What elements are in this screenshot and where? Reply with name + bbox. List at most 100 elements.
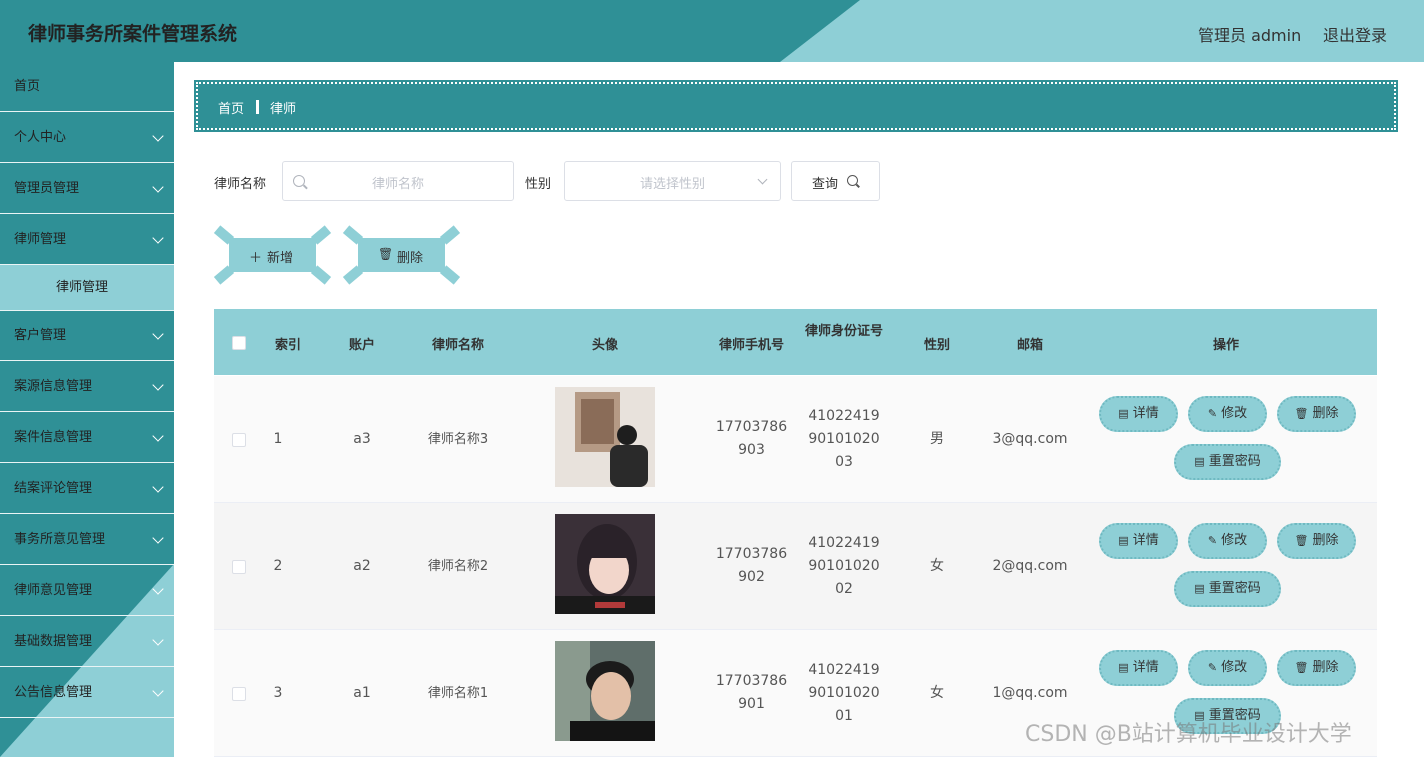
cell-lawyer-name: 律师名称1 xyxy=(427,686,489,701)
search-icon xyxy=(847,175,858,186)
phone-part: 901 xyxy=(738,696,765,712)
cell-account: a1 xyxy=(353,685,371,701)
cell-index: 1 xyxy=(273,431,283,447)
edit-button[interactable]: ✎ 修改 xyxy=(1188,523,1267,559)
chevron-down-icon xyxy=(152,634,164,646)
chevron-down-icon xyxy=(152,532,164,544)
sidebar-item-label: 律师意见管理 xyxy=(14,583,93,598)
sidebar-item-lawyer-feedback[interactable]: 律师意见管理 xyxy=(0,566,174,616)
cell-email: 3@qq.com xyxy=(992,431,1068,447)
trash-icon: 🗑 xyxy=(378,247,394,261)
breadcrumb-home[interactable]: 首页 xyxy=(218,98,244,117)
edit-label: 修改 xyxy=(1221,406,1248,421)
add-button[interactable]: ＋ 新增 xyxy=(213,225,332,285)
id-part: 41022419 xyxy=(808,662,880,678)
id-part: 41022419 xyxy=(808,408,880,424)
table-header: 索引 账户 律师名称 头像 律师手机号 律师身份证号 性别 邮箱 操作 xyxy=(214,309,1377,375)
sidebar-item-home[interactable]: 首页 xyxy=(0,62,174,112)
reset-password-button[interactable]: ▤ 重置密码 xyxy=(1174,444,1281,480)
sidebar-item-case-source[interactable]: 案源信息管理 xyxy=(0,362,174,412)
cell-id-number: 41022419 90101020 02 xyxy=(804,532,884,601)
chevron-down-icon xyxy=(152,481,164,493)
trash-icon: 🗑 xyxy=(1294,407,1309,420)
detail-button[interactable]: ▤ 详情 xyxy=(1099,523,1178,559)
cell-id-number: 41022419 90101020 01 xyxy=(804,659,884,728)
sidebar-item-firm-feedback[interactable]: 事务所意见管理 xyxy=(0,515,174,565)
logout-link[interactable]: 退出登录 xyxy=(1323,22,1387,46)
cell-account: a2 xyxy=(353,558,371,574)
sidebar-item-personal-center[interactable]: 个人中心 xyxy=(0,113,174,163)
sidebar-subitem-lawyer-management[interactable]: 律师管理 xyxy=(0,265,174,311)
gender-select[interactable]: 请选择性别 xyxy=(564,161,781,201)
trash-icon: 🗑 xyxy=(1294,661,1309,674)
phone-part: 17703786 xyxy=(715,419,788,435)
sidebar-item-case-review[interactable]: 结案评论管理 xyxy=(0,464,174,514)
delete-button[interactable]: 🗑 删除 xyxy=(1277,650,1356,686)
edit-button[interactable]: ✎ 修改 xyxy=(1188,396,1267,432)
batch-delete-button[interactable]: 🗑 删除 xyxy=(342,225,461,285)
trash-icon: 🗑 xyxy=(1294,534,1309,547)
col-index: 索引 xyxy=(274,338,301,353)
sidebar-item-client-management[interactable]: 客户管理 xyxy=(0,311,174,361)
edit-label: 修改 xyxy=(1221,533,1248,548)
query-label: 查询 xyxy=(812,177,839,192)
breadcrumb: 首页 律师 xyxy=(194,80,1398,132)
cell-gender: 男 xyxy=(930,431,944,447)
cell-phone: 17703786 902 xyxy=(709,543,794,589)
lawyer-name-placeholder: 律师名称 xyxy=(371,177,424,192)
id-part: 90101020 xyxy=(808,558,880,574)
cell-gender: 女 xyxy=(930,685,944,701)
query-button[interactable]: 查询 xyxy=(791,161,880,201)
chevron-down-icon xyxy=(152,379,164,391)
col-gender: 性别 xyxy=(923,338,950,353)
detail-label: 详情 xyxy=(1132,533,1159,548)
corner-decoration xyxy=(213,265,235,285)
pencil-icon: ✎ xyxy=(1207,661,1218,674)
reset-password-label: 重置密码 xyxy=(1208,454,1261,469)
detail-button[interactable]: ▤ 详情 xyxy=(1099,650,1178,686)
chevron-down-icon xyxy=(152,685,164,697)
sidebar-item-label: 案件信息管理 xyxy=(14,430,93,445)
sidebar-item-case-info[interactable]: 案件信息管理 xyxy=(0,413,174,463)
corner-decoration xyxy=(342,265,364,285)
sidebar-item-label: 公告信息管理 xyxy=(14,685,93,700)
add-label: 新增 xyxy=(267,251,294,266)
reset-password-label: 重置密码 xyxy=(1208,581,1261,596)
delete-button[interactable]: 🗑 删除 xyxy=(1277,396,1356,432)
document-icon: ▤ xyxy=(1118,534,1129,547)
delete-button[interactable]: 🗑 删除 xyxy=(1277,523,1356,559)
select-all-checkbox[interactable] xyxy=(232,336,246,350)
cell-gender: 女 xyxy=(930,558,944,574)
sidebar-item-lawyer-management[interactable]: 律师管理 xyxy=(0,215,174,265)
cell-id-number: 41022419 90101020 03 xyxy=(804,405,884,474)
detail-label: 详情 xyxy=(1132,406,1159,421)
pencil-icon: ✎ xyxy=(1207,407,1218,420)
detail-button[interactable]: ▤ 详情 xyxy=(1099,396,1178,432)
cell-phone: 17703786 903 xyxy=(709,416,794,462)
gender-placeholder: 请选择性别 xyxy=(639,177,705,192)
row-checkbox[interactable] xyxy=(232,687,246,701)
gender-label: 性别 xyxy=(525,177,552,192)
chevron-down-icon xyxy=(152,232,164,244)
id-part: 41022419 xyxy=(808,535,880,551)
id-part: 90101020 xyxy=(808,685,880,701)
lawyer-name-input[interactable]: 律师名称 xyxy=(282,161,514,201)
reset-password-button[interactable]: ▤ 重置密码 xyxy=(1174,571,1281,607)
sidebar-item-admin-management[interactable]: 管理员管理 xyxy=(0,164,174,214)
sidebar-item-label: 律师管理 xyxy=(56,280,109,295)
col-phone: 律师手机号 xyxy=(718,338,784,353)
phone-part: 902 xyxy=(738,569,765,585)
col-lawyer-name: 律师名称 xyxy=(431,338,484,353)
cell-email: 2@qq.com xyxy=(992,558,1068,574)
sidebar-item-announcements[interactable]: 公告信息管理 xyxy=(0,668,174,718)
sidebar-item-basic-data[interactable]: 基础数据管理 xyxy=(0,617,174,667)
document-icon: ▤ xyxy=(1118,407,1129,420)
edit-button[interactable]: ✎ 修改 xyxy=(1188,650,1267,686)
table-row: 2 a2 律师名称2 17703786 902 41022419 90101020 0… xyxy=(214,503,1377,630)
row-checkbox[interactable] xyxy=(232,560,246,574)
row-checkbox[interactable] xyxy=(232,433,246,447)
corner-decoration xyxy=(439,225,461,245)
sidebar-item-label: 管理员管理 xyxy=(14,181,80,196)
col-account: 账户 xyxy=(348,338,375,353)
corner-decoration xyxy=(342,225,364,245)
